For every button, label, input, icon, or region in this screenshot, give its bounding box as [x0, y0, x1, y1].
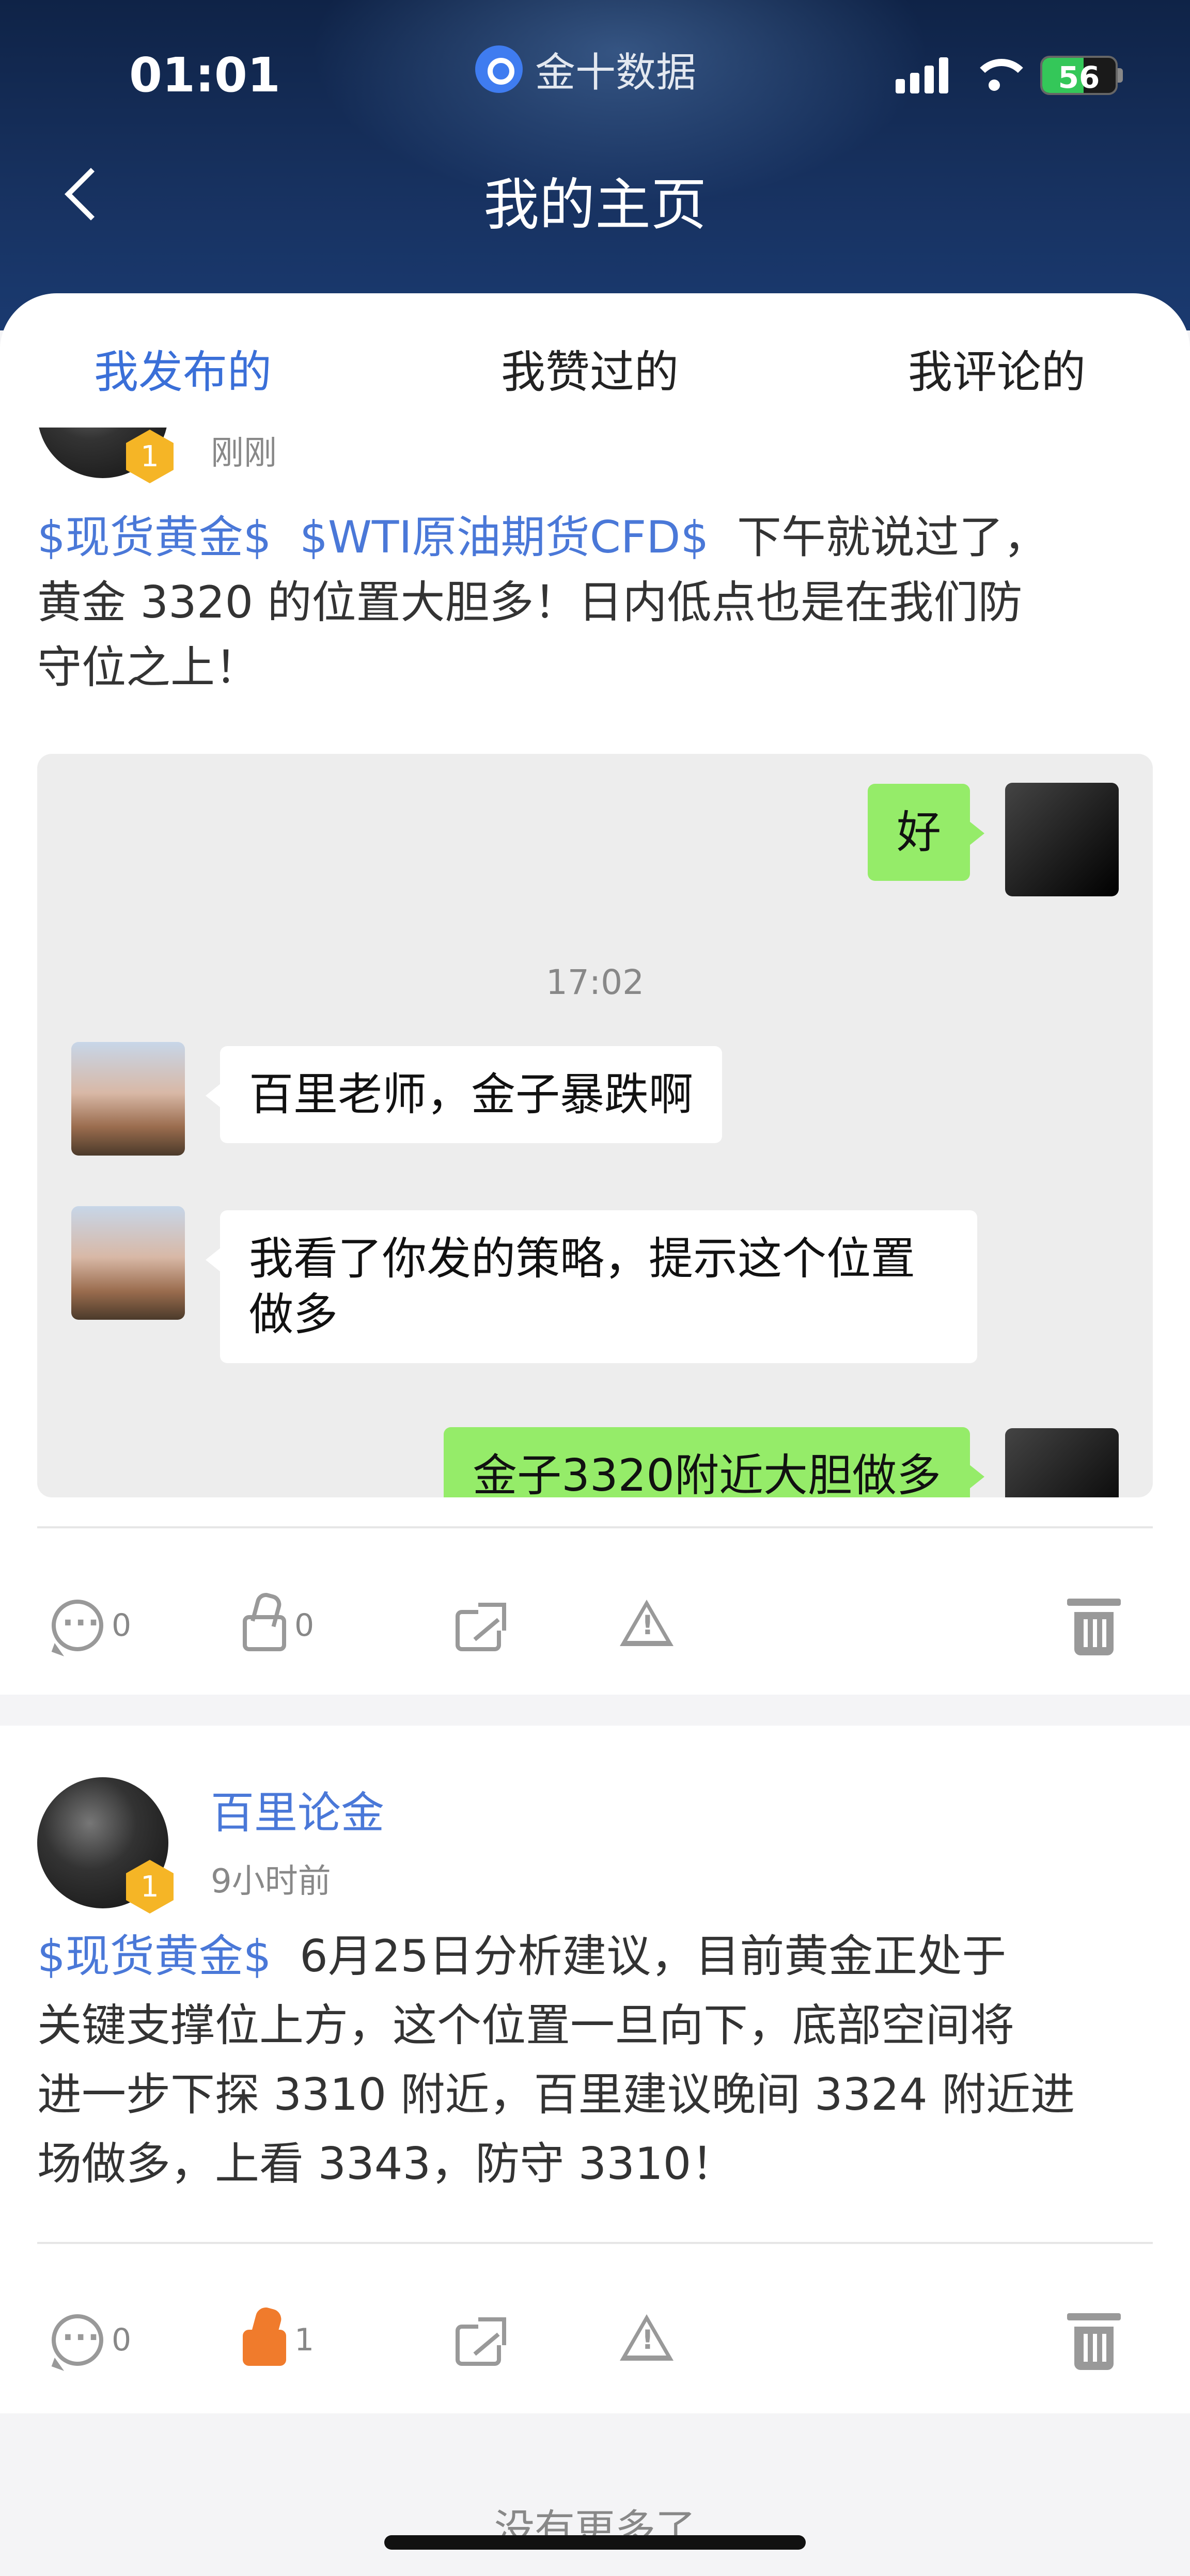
- chat-avatar-other: [71, 1206, 185, 1320]
- comment-count: 0: [112, 2322, 132, 2358]
- status-icons: 56: [896, 56, 1123, 95]
- post-actions: 0 1: [0, 2283, 1190, 2387]
- wifi-icon: [971, 59, 1032, 92]
- warning-icon: [620, 2314, 674, 2361]
- tab-liked[interactable]: 我赞过的: [501, 336, 679, 400]
- trash-icon: [1067, 2313, 1121, 2370]
- divider: [37, 1526, 1153, 1528]
- delete-button[interactable]: [1067, 1599, 1121, 1655]
- like-button[interactable]: 1: [243, 2314, 314, 2366]
- tab-published[interactable]: 我发布的: [94, 336, 272, 400]
- chat-bubble-other: 百里老师，金子暴跌啊: [206, 1046, 722, 1143]
- cellular-signal-icon: [896, 57, 948, 93]
- post-time: 刚刚: [211, 434, 277, 472]
- list-footer: 没有更多了: [0, 2413, 1190, 2576]
- topic-tag[interactable]: $WTI原油期货CFD$: [300, 512, 709, 563]
- status-time: 01:01: [129, 48, 280, 103]
- warning-icon: [620, 1600, 674, 1646]
- delete-button[interactable]: [1067, 2313, 1121, 2370]
- post-text[interactable]: $现货黄金$ 6月25日分析建议，目前黄金正处于 关键支撑位上方，这个位置一旦向…: [37, 1922, 1153, 2199]
- post-text-line: 黄金 3320 的位置大胆多！日内低点也是在我们防: [37, 577, 1023, 628]
- post-time: 9小时前: [211, 1862, 331, 1901]
- chat-bubble-other: 我看了你发的策略，提示这个位置做多: [206, 1210, 977, 1363]
- report-button[interactable]: [620, 2314, 674, 2361]
- home-indicator[interactable]: [384, 2535, 806, 2550]
- post-card[interactable]: 1 刚刚 $现货黄金$ $WTI原油期货CFD$ 下午就说过了， 黄金 3320…: [0, 428, 1190, 1693]
- share-icon: [456, 1603, 506, 1651]
- post-text-line: 守位之上！: [37, 642, 259, 693]
- post-text[interactable]: $现货黄金$ $WTI原油期货CFD$ 下午就说过了， 黄金 3320 的位置大…: [37, 505, 1153, 700]
- content-card: 我发布的 我赞过的 我评论的 1 刚刚 $现货黄金$ $WTI原油期货CFD$ …: [0, 293, 1190, 2576]
- chat-timestamp: 17:02: [545, 962, 645, 1002]
- like-count: 0: [294, 1607, 315, 1643]
- header: 01:01 金十数据 56 我的主页: [0, 0, 1190, 330]
- chat-avatar-me: [1005, 783, 1119, 896]
- like-button[interactable]: 0: [243, 1600, 314, 1651]
- level-badge-icon: 1: [126, 430, 174, 483]
- chat-bubble-me: 金子3320附近大胆做多: [444, 1427, 984, 1497]
- post-separator: [0, 1695, 1190, 1726]
- divider: [37, 2242, 1153, 2244]
- post-actions: 0 0: [0, 1569, 1190, 1672]
- trash-icon: [1067, 1599, 1121, 1655]
- comment-icon: [52, 2314, 103, 2366]
- chat-bubble-me: 好: [868, 784, 984, 881]
- share-button[interactable]: [456, 2314, 506, 2366]
- tab-bar: 我发布的 我赞过的 我评论的: [0, 293, 1190, 428]
- chat-avatar-me: [1005, 1428, 1119, 1497]
- thumbs-up-icon: [243, 1615, 286, 1651]
- topic-tag[interactable]: $现货黄金$: [37, 512, 271, 563]
- author-name[interactable]: 百里论金: [211, 1778, 384, 1841]
- post-text-line: 下午就说过了，: [737, 512, 1048, 563]
- thumbs-up-icon: [243, 2330, 286, 2366]
- comment-icon: [52, 1600, 103, 1651]
- page-title: 我的主页: [483, 173, 707, 238]
- post-text-line: 6月25日分析建议，目前黄金正处于: [300, 1931, 1007, 1982]
- chat-avatar-other: [71, 1042, 185, 1156]
- status-app-indicator[interactable]: 金十数据: [475, 40, 696, 98]
- app-logo-icon: [475, 45, 523, 93]
- like-count: 1: [294, 2322, 315, 2358]
- share-button[interactable]: [456, 1600, 506, 1651]
- level-badge-icon: 1: [126, 1860, 174, 1914]
- avatar[interactable]: 1: [37, 1777, 174, 1914]
- chat-screenshot-image[interactable]: 好 17:02 百里老师，金子暴跌啊 我看了你发的策略，提示这个位置做多 金子3…: [37, 754, 1153, 1497]
- post-card[interactable]: 1 百里论金 9小时前 $现货黄金$ 6月25日分析建议，目前黄金正处于 关键支…: [0, 1726, 1190, 2412]
- comment-count: 0: [112, 1607, 132, 1643]
- battery-icon: 56: [1040, 56, 1123, 95]
- battery-level: 56: [1058, 60, 1100, 95]
- tab-commented[interactable]: 我评论的: [908, 336, 1086, 400]
- topic-tag[interactable]: $现货黄金$: [37, 1931, 271, 1982]
- report-button[interactable]: [620, 1600, 674, 1646]
- post-text-line: 进一步下探 3310 附近，百里建议晚间 3324 附近进: [37, 2069, 1075, 2121]
- share-icon: [456, 2317, 506, 2366]
- avatar[interactable]: 1: [37, 428, 174, 483]
- post-text-line: 关键支撑位上方，这个位置一旦向下，底部空间将: [37, 2000, 1014, 2051]
- status-app-name: 金十数据: [535, 50, 697, 96]
- post-text-line: 场做多，上看 3343，防守 3310！: [37, 2138, 736, 2190]
- comment-button[interactable]: 0: [52, 2314, 131, 2366]
- comment-button[interactable]: 0: [52, 1600, 131, 1651]
